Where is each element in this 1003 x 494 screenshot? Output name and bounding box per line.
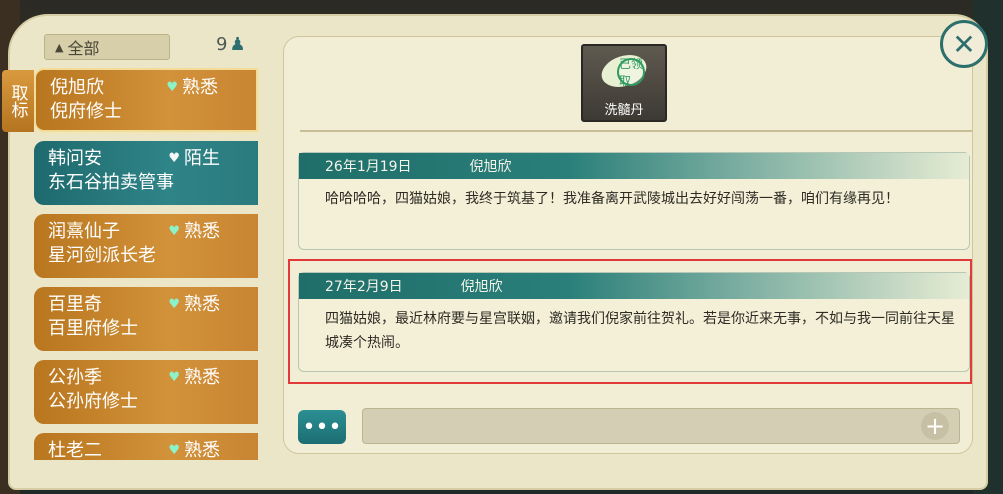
chat-input[interactable] [362,408,960,444]
contact-title: 星河剑派长老 [48,245,156,266]
message-sender: 倪旭欣 [469,159,512,175]
heart-icon: ♥ [168,370,180,385]
contact-list[interactable]: 倪旭欣 ♥ 熟悉 倪府修士 韩问安 ♥ 陌生 东石谷拍卖管事 润熹仙子 ♥ 熟悉 星河… [34,68,268,460]
contact-relation: 熟悉 [184,367,220,388]
contact-name: 韩问安 [48,148,102,169]
side-tab-mark[interactable]: 取标 [2,70,34,132]
plus-icon[interactable]: + [921,412,949,440]
contact-count-value: 9 [216,34,228,55]
close-button[interactable]: ✕ [940,20,988,68]
heart-icon: ♥ [166,80,178,95]
contact-name: 倪旭欣 [50,77,104,98]
contact-relation: 陌生 [184,148,220,169]
contact-title: 东石谷拍卖管事 [48,172,174,193]
heart-icon: ♥ [168,443,180,458]
filter-label: 全部 [67,39,100,58]
heart-icon: ♥ [168,224,180,239]
contact-name: 公孙季 [48,367,102,388]
message-date: 26年1月19日 [325,159,412,175]
contact-name: 杜老二 [48,440,102,460]
triangle-up-icon: ▲ [55,40,64,54]
contact-relation: 熟悉 [184,294,220,315]
contact-relation: 熟悉 [182,77,218,98]
contact-count: 9 ♟ [216,34,246,55]
selection-highlight [288,259,972,384]
contact-relation: 熟悉 [184,440,220,460]
claimed-stamp: 已领取 [617,57,645,88]
reward-item-name: 洗髓丹 [604,103,644,118]
contact-title: 百里府修士 [48,318,138,339]
reward-item[interactable]: 已领取 洗髓丹 [581,44,667,122]
contact-title: 公孙府修士 [48,391,138,412]
chat-bubble-button[interactable]: ••• [298,410,346,444]
contact-card[interactable]: 公孙季 ♥ 熟悉 公孙府修士 [34,360,258,424]
heart-icon: ♥ [168,297,180,312]
contact-card[interactable]: 杜老二 ♥ 熟悉 [34,433,258,460]
message-text: 哈哈哈哈，四猫姑娘，我终于筑基了！我准备离开武陵城出去好好闯荡一番，咱们有缘再见… [325,191,899,207]
contact-title: 倪府修士 [50,101,122,122]
contact-relation: 熟悉 [184,221,220,242]
contact-card[interactable]: 百里奇 ♥ 熟悉 百里府修士 [34,287,258,351]
contact-name: 百里奇 [48,294,102,315]
contact-card[interactable]: 润熹仙子 ♥ 熟悉 星河剑派长老 [34,214,258,278]
message-card: 26年1月19日 倪旭欣 哈哈哈哈，四猫姑娘，我终于筑基了！我准备离开武陵城出去… [298,152,970,250]
contact-card[interactable]: 韩问安 ♥ 陌生 东石谷拍卖管事 [34,141,258,205]
person-icon: ♟ [229,34,246,55]
heart-icon: ♥ [168,151,180,166]
contact-card[interactable]: 倪旭欣 ♥ 熟悉 倪府修士 [34,68,258,132]
contact-name: 润熹仙子 [48,221,120,242]
filter-dropdown[interactable]: ▲ 全部 [44,34,170,60]
